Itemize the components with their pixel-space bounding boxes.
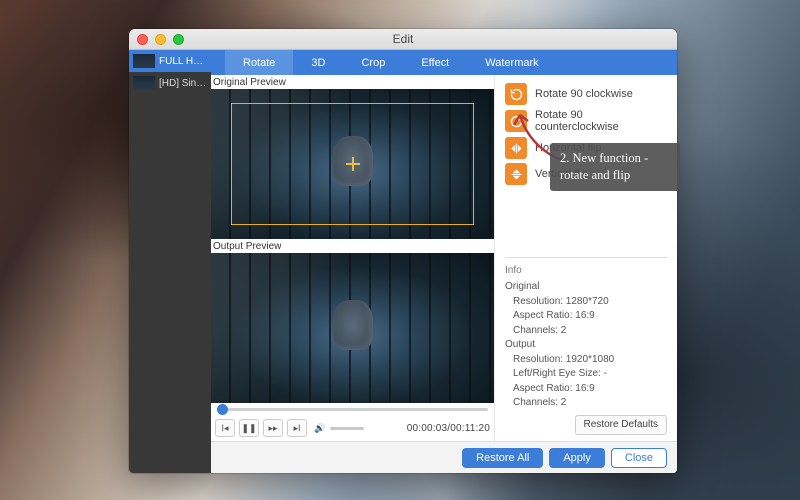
play-pause-button[interactable]: ❚❚: [239, 419, 259, 437]
info-output-channels: Channels: 2: [505, 396, 667, 411]
sidebar-item-clip-0[interactable]: FULL HD ...: [129, 50, 211, 72]
seek-thumb[interactable]: [217, 404, 228, 415]
option-label: Rotate 90 clockwise: [535, 88, 633, 100]
preview-column: Original Preview Output Preview: [211, 75, 495, 441]
fast-forward-button[interactable]: ▸▸: [263, 419, 283, 437]
clip-thumb-icon: [133, 76, 155, 90]
options-panel: Rotate 90 clockwise Rotate 90 counterclo…: [495, 75, 677, 441]
annotation-callout: 2. New function - rotate and flip: [550, 143, 680, 191]
clip-sidebar: FULL HD ... [HD] Sing-...: [129, 50, 211, 473]
volume-icon[interactable]: 🔊: [313, 419, 327, 437]
info-original-aspect: Aspect Ratio: 16:9: [505, 309, 667, 324]
restore-all-button[interactable]: Restore All: [462, 448, 543, 468]
window-title: Edit: [129, 32, 677, 46]
player-controls: I◂ ❚❚ ▸▸ ▸I 🔊 00:00:03/00:11:20: [211, 415, 494, 441]
rotate-ccw-option[interactable]: Rotate 90 counterclockwise: [505, 109, 667, 133]
option-label: Rotate 90 counterclockwise: [535, 109, 667, 133]
info-output-resolution: Resolution: 1920*1080: [505, 353, 667, 368]
titlebar: Edit: [129, 29, 677, 50]
desktop-wallpaper: Edit FULL HD ... [HD] Sing-... Rotate 3D…: [0, 0, 800, 500]
close-button[interactable]: Close: [611, 448, 667, 468]
restore-defaults-button[interactable]: Restore Defaults: [575, 415, 667, 436]
preview-content: [333, 300, 373, 350]
footer: Restore All Apply Close: [211, 441, 677, 473]
seek-bar[interactable]: [211, 403, 494, 415]
playback-time: 00:00:03/00:11:20: [407, 423, 490, 434]
info-original-label: Original: [505, 280, 667, 295]
flip-horizontal-icon: [505, 137, 527, 159]
clip-label: FULL HD ...: [159, 56, 207, 67]
info-panel: Info Original Resolution: 1280*720 Aspec…: [505, 257, 667, 436]
output-preview-label: Output Preview: [211, 239, 494, 253]
tab-crop[interactable]: Crop: [343, 50, 403, 75]
crop-center-icon[interactable]: [346, 157, 360, 171]
rotate-cw-option[interactable]: Rotate 90 clockwise: [505, 83, 667, 105]
info-original-resolution: Resolution: 1280*720: [505, 295, 667, 310]
apply-button[interactable]: Apply: [549, 448, 605, 468]
clip-thumb-icon: [133, 54, 155, 68]
edit-window: Edit FULL HD ... [HD] Sing-... Rotate 3D…: [129, 29, 677, 473]
next-frame-button[interactable]: ▸I: [287, 419, 307, 437]
edit-tabs: Rotate 3D Crop Effect Watermark: [211, 50, 677, 75]
preview-content: [333, 136, 373, 186]
rotate-ccw-icon: [505, 110, 527, 132]
info-output-aspect: Aspect Ratio: 16:9: [505, 382, 667, 397]
tab-3d[interactable]: 3D: [293, 50, 343, 75]
volume-slider[interactable]: [330, 427, 364, 430]
prev-frame-button[interactable]: I◂: [215, 419, 235, 437]
sidebar-item-clip-1[interactable]: [HD] Sing-...: [129, 72, 211, 94]
original-preview-label: Original Preview: [211, 75, 494, 89]
clip-label: [HD] Sing-...: [159, 78, 207, 89]
tab-watermark[interactable]: Watermark: [467, 50, 556, 75]
original-preview[interactable]: [211, 89, 494, 239]
rotate-cw-icon: [505, 83, 527, 105]
tab-rotate[interactable]: Rotate: [225, 50, 293, 75]
tab-effect[interactable]: Effect: [403, 50, 467, 75]
flip-vertical-icon: [505, 163, 527, 185]
info-heading: Info: [505, 264, 667, 279]
output-preview: [211, 253, 494, 403]
info-output-label: Output: [505, 338, 667, 353]
info-original-channels: Channels: 2: [505, 324, 667, 339]
info-output-eyesize: Left/Right Eye Size: -: [505, 367, 667, 382]
